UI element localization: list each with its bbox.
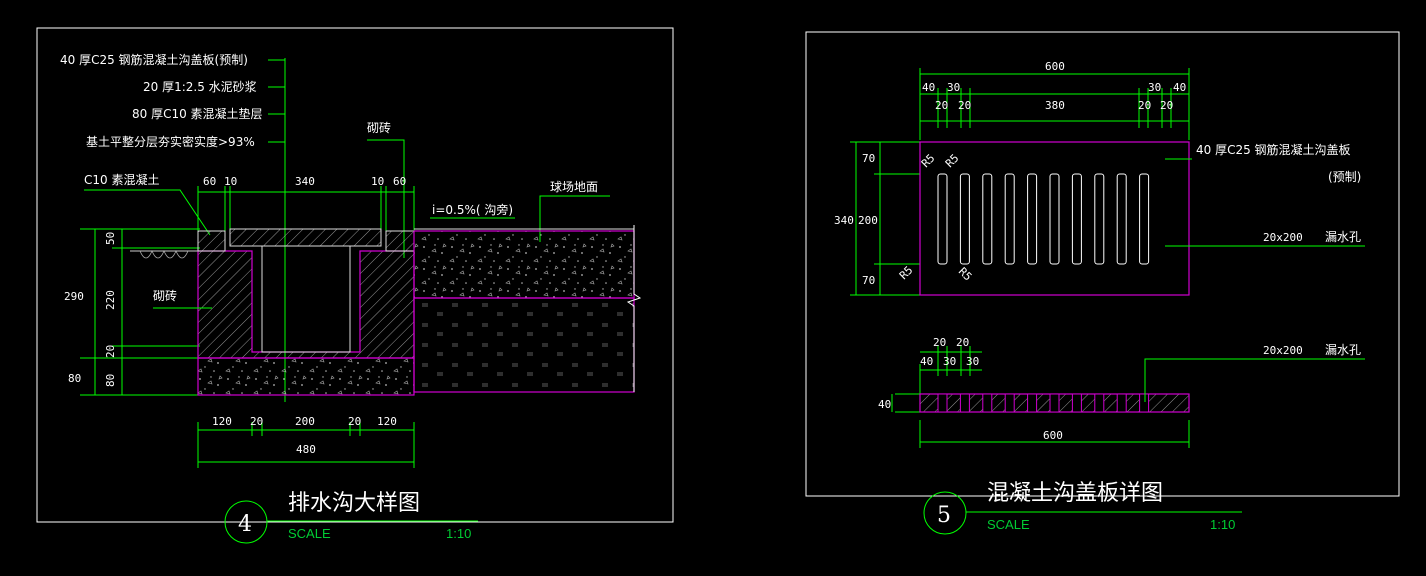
drain-hole	[1004, 173, 1015, 265]
dim-left-220: 220	[104, 290, 117, 310]
drain-hole	[1071, 173, 1082, 265]
section-dim-20b: 20	[956, 336, 969, 349]
dim-bottom-200: 200	[295, 415, 315, 428]
detail-4: 40 厚C25 钢筋混凝土沟盖板(预制) 20 厚1:2.5 水泥砂浆 80 厚…	[36, 27, 674, 544]
radius-label-4: R5	[956, 265, 975, 284]
layer-label-3: 80 厚C10 素混凝土垫层	[132, 106, 263, 121]
drain-hole	[1116, 173, 1127, 265]
dim-left	[80, 228, 200, 396]
section-dim-600: 600	[1043, 429, 1063, 442]
section-drain-hole	[1027, 393, 1038, 413]
dim-top-60a: 60	[203, 175, 216, 188]
plan-dim-70b: 70	[862, 274, 875, 287]
cad-drawing: 40 厚C25 钢筋混凝土沟盖板(预制) 20 厚1:2.5 水泥砂浆 80 厚…	[36, 27, 1400, 544]
detail-4-scale-value: 1:10	[446, 526, 471, 541]
drain-hole	[982, 173, 993, 265]
section-hole-size: 20x200	[1263, 344, 1303, 357]
dim-left-20: 20	[104, 345, 117, 358]
plan-dim-20b: 20	[958, 99, 971, 112]
dim-left-50: 50	[104, 232, 117, 245]
section-drain-hole	[959, 393, 970, 413]
hole-size-label: 20x200	[1263, 231, 1303, 244]
section-drain-hole	[982, 393, 993, 413]
plan-dim-30a: 30	[947, 81, 960, 94]
section-dim-40: 40	[920, 355, 933, 368]
dim-top	[197, 186, 415, 232]
layer-label-1: 40 厚C25 钢筋混凝土沟盖板(预制)	[60, 52, 248, 67]
hole-label: 漏水孔	[1325, 230, 1361, 244]
label-brick-top: 砌砖	[367, 120, 391, 135]
plate-holes	[937, 173, 1150, 265]
soil-left	[130, 249, 198, 259]
detail-5: 600 40 30 30 40 20 20 380 20 20 70 200 7…	[805, 31, 1400, 535]
layer-label-2: 20 厚1:2.5 水泥砂浆	[143, 79, 257, 94]
section-hole-label: 漏水孔	[1325, 343, 1361, 357]
section-dim-20a: 20	[933, 336, 946, 349]
section-drain-hole	[937, 393, 948, 413]
section-thickness: 40	[878, 398, 891, 411]
section-drain-hole	[1094, 393, 1105, 413]
plate-label-1: 40 厚C25 钢筋混凝土沟盖板	[1196, 142, 1351, 157]
drain-section	[197, 228, 415, 396]
dim-top-10b: 10	[371, 175, 384, 188]
plan-dim-340: 340	[834, 214, 854, 227]
plan-dim-20a: 20	[935, 99, 948, 112]
detail-5-number: 5	[937, 503, 951, 528]
dim-left-290: 290	[64, 290, 84, 303]
drain-hole	[1139, 173, 1150, 265]
plate-label-2: (预制)	[1328, 170, 1361, 184]
label-slope: i=0.5%( 沟旁)	[432, 202, 513, 217]
dim-bottom-20b: 20	[348, 415, 361, 428]
detail-5-scale-value: 1:10	[1210, 517, 1235, 532]
section-drain-hole	[1049, 393, 1060, 413]
section-dim-30a: 30	[943, 355, 956, 368]
radius-label-1: R5	[919, 152, 938, 171]
radius-label-2: R5	[943, 152, 962, 171]
detail-5-scale-label: SCALE	[987, 517, 1030, 532]
drain-hole	[1027, 173, 1038, 265]
plan-dim-20d: 20	[1160, 99, 1173, 112]
plan-dim-600: 600	[1045, 60, 1065, 73]
dim-bottom-120b: 120	[377, 415, 397, 428]
detail-4-number: 4	[238, 512, 252, 537]
dim-bottom-480: 480	[296, 443, 316, 456]
section-drain-hole	[1139, 393, 1150, 413]
detail-4-scale-label: SCALE	[288, 526, 331, 541]
dim-left-80: 80	[104, 374, 117, 387]
dim-top-340: 340	[295, 175, 315, 188]
section-dim-30b: 30	[966, 355, 979, 368]
plan-dim-200: 200	[858, 214, 878, 227]
drain-hole	[1049, 173, 1060, 265]
dim-left-80b: 80	[68, 372, 81, 385]
dim-bottom-20a: 20	[250, 415, 263, 428]
plan-dim-380: 380	[1045, 99, 1065, 112]
radius-label-3: R5	[897, 264, 916, 283]
detail-5-title: 混凝土沟盖板详图	[987, 481, 1163, 506]
plan-dim-40b: 40	[1173, 81, 1186, 94]
plan-dim-70a: 70	[862, 152, 875, 165]
label-brick-left: 砌砖	[153, 288, 177, 303]
dim-bottom-120a: 120	[212, 415, 232, 428]
field-pavement	[413, 225, 642, 393]
drain-hole	[1094, 173, 1105, 265]
section-drain-hole	[1004, 393, 1015, 413]
layer-label-4: 基土平整分层夯实密实度>93%	[86, 134, 255, 149]
c10-leader	[84, 189, 211, 236]
dim-top-10a: 10	[224, 175, 237, 188]
label-c10: C10 素混凝土	[84, 172, 159, 187]
label-ground: 球场地面	[550, 180, 598, 194]
plan-dim-20c: 20	[1138, 99, 1151, 112]
detail-4-title: 排水沟大样图	[288, 491, 420, 516]
dim-top-60b: 60	[393, 175, 406, 188]
section-drain-hole	[1071, 393, 1082, 413]
section-drain-hole	[1116, 393, 1127, 413]
plan-dim-40a: 40	[922, 81, 935, 94]
drain-hole	[937, 173, 948, 265]
drain-hole	[959, 173, 970, 265]
plan-dim-30b: 30	[1148, 81, 1161, 94]
